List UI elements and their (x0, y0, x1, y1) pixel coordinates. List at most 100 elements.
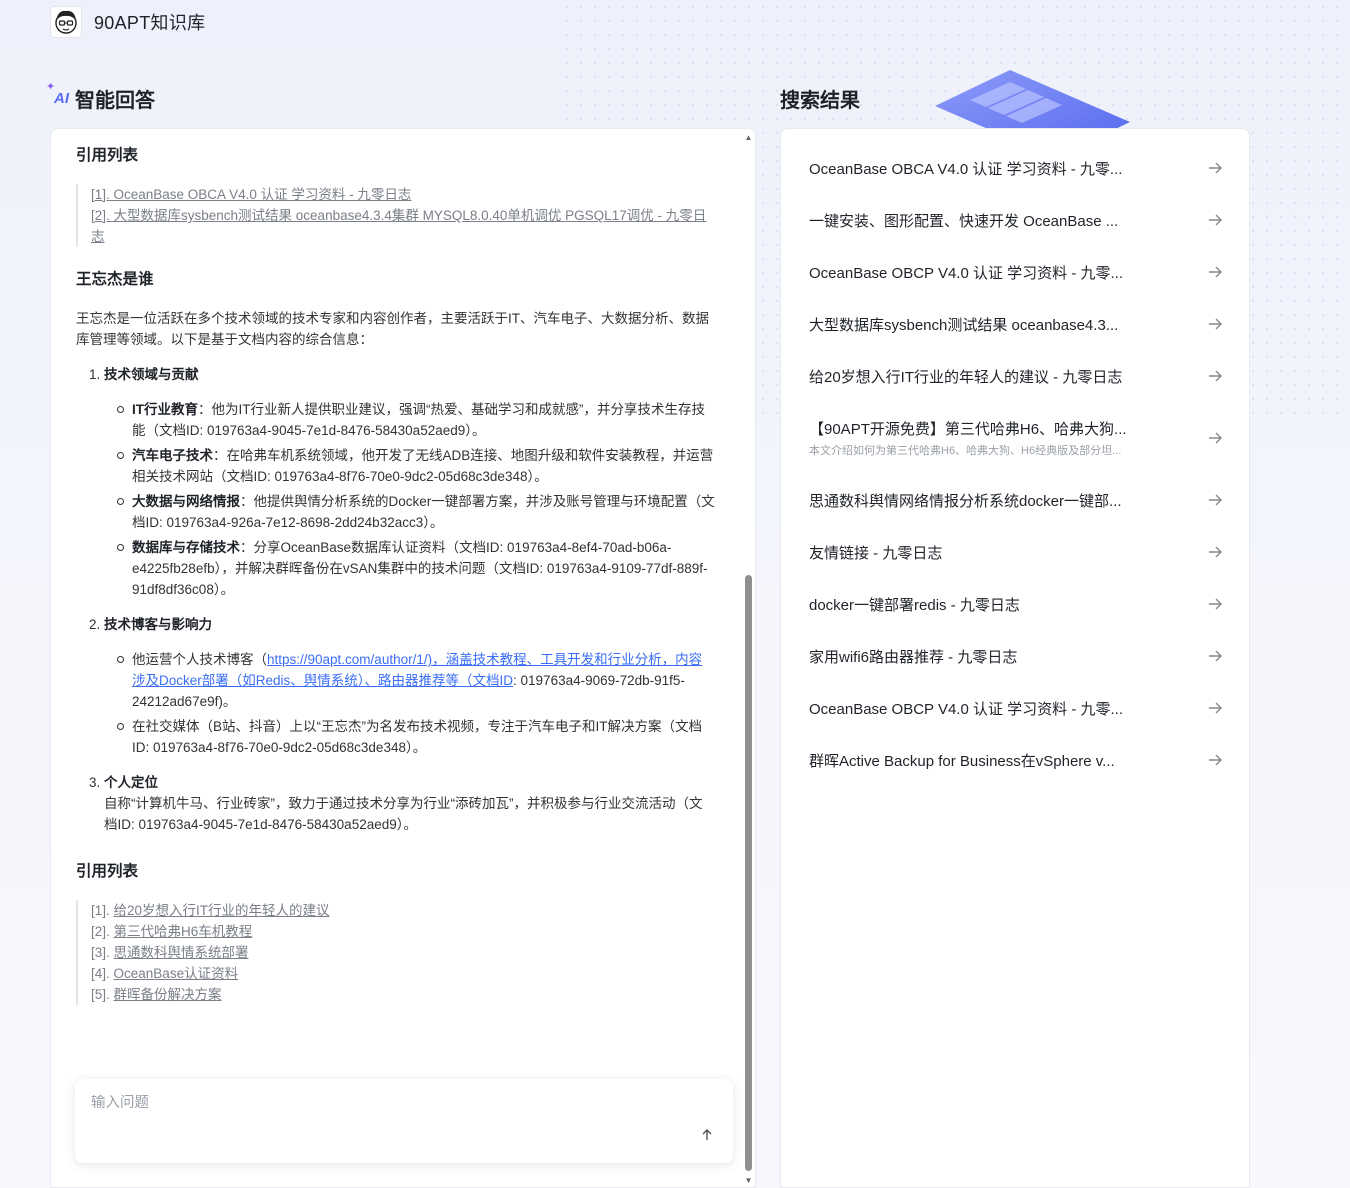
results-title-text: 搜索结果 (780, 90, 860, 112)
answer-title-text: 智能回答 (75, 90, 155, 112)
citation-link[interactable]: 思通数科舆情系统部署 (114, 945, 249, 960)
result-title[interactable]: 友情链接 - 九零日志 (809, 542, 1149, 563)
bullet-item: 在社交媒体（B站、抖音）上以“王忘杰”为名发布技术视频，专注于汽车电子和IT解决… (117, 716, 715, 758)
section-bullets: 他运营个人技术博客（https://90apt.com/author/1/)，涵… (104, 649, 715, 758)
question-input[interactable] (91, 1095, 691, 1111)
section-item: 技术博客与影响力 他运营个人技术博客（https://90apt.com/aut… (104, 614, 715, 758)
decorative-illustration (930, 64, 1145, 128)
results-section-title: 搜索结果 (780, 84, 860, 113)
avatar-icon (55, 10, 77, 34)
section-text: 自称“计算机牛马、行业砖家”，致力于通过技术分享为行业“添砖加瓦”，并积极参与行… (104, 796, 703, 832)
section-item: 技术领域与贡献 IT行业教育：他为IT行业新人提供职业建议，强调“热爱、基础学习… (104, 364, 715, 600)
arrow-right-icon[interactable] (1207, 264, 1223, 280)
search-result-item[interactable]: docker一键部署redis - 九零日志 (781, 578, 1249, 630)
result-text: 大型数据库sysbench测试结果 oceanbase4.3... (809, 314, 1149, 335)
search-result-item[interactable]: 大型数据库sysbench测试结果 oceanbase4.3... (781, 298, 1249, 350)
result-title[interactable]: OceanBase OBCP V4.0 认证 学习资料 - 九零... (809, 698, 1149, 719)
search-results-panel: OceanBase OBCA V4.0 认证 学习资料 - 九零... 一键安装、… (780, 128, 1250, 1188)
citation-link[interactable]: OceanBase认证资料 (114, 966, 239, 981)
result-title[interactable]: docker一键部署redis - 九零日志 (809, 594, 1149, 615)
answer-intro: 王忘杰是一位活跃在多个技术领域的技术专家和内容创作者，主要活跃于IT、汽车电子、… (76, 311, 709, 347)
send-arrow-icon[interactable] (699, 1129, 715, 1145)
arrow-right-icon[interactable] (1207, 212, 1223, 228)
result-text: 给20岁想入行IT行业的年轻人的建议 - 九零日志 (809, 366, 1149, 387)
brand-title[interactable]: 90APT知识库 (94, 9, 205, 35)
citation-item[interactable]: [1]. OceanBase OBCA V4.0 认证 学习资料 - 九零日志 (91, 184, 715, 205)
search-results-list: OceanBase OBCA V4.0 认证 学习资料 - 九零... 一键安装、… (781, 129, 1249, 786)
answer-heading: 王忘杰是谁 (76, 271, 154, 288)
citation-item[interactable]: [5]. 群晖备份解决方案 (91, 984, 715, 1005)
search-result-item[interactable]: 一键安装、图形配置、快速开发 OceanBase ... (781, 194, 1249, 246)
result-title[interactable]: 群晖Active Backup for Business在vSphere v..… (809, 750, 1149, 771)
arrow-right-icon[interactable] (1207, 648, 1223, 664)
search-result-item[interactable]: 家用wifi6路由器推荐 - 九零日志 (781, 630, 1249, 682)
search-result-item[interactable]: OceanBase OBCA V4.0 认证 学习资料 - 九零... (781, 142, 1249, 194)
citation-link[interactable]: 给20岁想入行IT行业的年轻人的建议 (114, 903, 330, 918)
result-text: OceanBase OBCA V4.0 认证 学习资料 - 九零... (809, 158, 1149, 179)
bullet-item: 大数据与网络情报：他提供舆情分析系统的Docker一键部署方案，并涉及账号管理与… (117, 491, 715, 533)
result-title[interactable]: OceanBase OBCA V4.0 认证 学习资料 - 九零... (809, 158, 1149, 179)
answer-section-title: ✦ AI 智能回答 (46, 81, 155, 113)
arrow-right-icon[interactable] (1207, 430, 1223, 446)
arrow-right-icon[interactable] (1207, 700, 1223, 716)
arrow-right-icon[interactable] (1207, 316, 1223, 332)
citation-item[interactable]: [2]. 大型数据库sysbench测试结果 oceanbase4.3.4集群 … (91, 205, 715, 247)
result-title[interactable]: 【90APT开源免费】第三代哈弗H6、哈弗大狗... (809, 418, 1149, 439)
bullet-item: 汽车电子技术：在哈弗车机系统领域，他开发了无线ADB连接、地图升级和软件安装教程… (117, 445, 715, 487)
citation-item[interactable]: [1]. 给20岁想入行IT行业的年轻人的建议 (91, 900, 715, 921)
section-title: 个人定位 (104, 775, 158, 790)
result-text: 友情链接 - 九零日志 (809, 542, 1149, 563)
result-text: 思通数科舆情网络情报分析系统docker一键部... (809, 490, 1149, 511)
citation-heading: 引用列表 (76, 863, 139, 880)
search-result-item[interactable]: 友情链接 - 九零日志 (781, 526, 1249, 578)
section-title: 技术博客与影响力 (104, 617, 212, 632)
bullet-item: 数据库与存储技术：分享OceanBase数据库认证资料（文档ID: 019763… (117, 537, 715, 600)
ai-sparkle-icon: ✦ AI (46, 81, 69, 107)
section-bullets: IT行业教育：他为IT行业新人提供职业建议，强调“热爱、基础学习和成就感”，并分… (104, 399, 715, 600)
top-bar: 90APT知识库 (50, 6, 205, 38)
result-title[interactable]: 一键安装、图形配置、快速开发 OceanBase ... (809, 210, 1149, 231)
citation-link[interactable]: 群晖备份解决方案 (114, 987, 222, 1002)
arrow-right-icon[interactable] (1207, 160, 1223, 176)
result-text: 家用wifi6路由器推荐 - 九零日志 (809, 646, 1149, 667)
arrow-right-icon[interactable] (1207, 752, 1223, 768)
scroll-down-icon[interactable]: ▼ (744, 1176, 753, 1185)
search-result-item[interactable]: 【90APT开源免费】第三代哈弗H6、哈弗大狗... 本文介绍如何为第三代哈弗H6… (781, 402, 1249, 474)
search-result-item[interactable]: 给20岁想入行IT行业的年轻人的建议 - 九零日志 (781, 350, 1249, 402)
result-title[interactable]: 家用wifi6路由器推荐 - 九零日志 (809, 646, 1149, 667)
answer-content: 引用列表 [1]. OceanBase OBCA V4.0 认证 学习资料 - … (51, 129, 755, 1005)
search-result-item[interactable]: 思通数科舆情网络情报分析系统docker一键部... (781, 474, 1249, 526)
search-result-item[interactable]: OceanBase OBCP V4.0 认证 学习资料 - 九零... (781, 682, 1249, 734)
citation-link[interactable]: [2]. 大型数据库sysbench测试结果 oceanbase4.3.4集群 … (91, 208, 706, 244)
result-text: 一键安装、图形配置、快速开发 OceanBase ... (809, 210, 1149, 231)
result-subtitle: 本文介绍如何为第三代哈弗H6、哈弗大狗、H6经典版及部分坦... (809, 445, 1122, 457)
arrow-right-icon[interactable] (1207, 368, 1223, 384)
scroll-thumb[interactable] (745, 575, 752, 1171)
search-result-item[interactable]: 群晖Active Backup for Business在vSphere v..… (781, 734, 1249, 786)
result-text: 【90APT开源免费】第三代哈弗H6、哈弗大狗... 本文介绍如何为第三代哈弗H6… (809, 418, 1149, 458)
arrow-right-icon[interactable] (1207, 544, 1223, 560)
result-title[interactable]: 思通数科舆情网络情报分析系统docker一键部... (809, 490, 1149, 511)
answer-scrollbar[interactable]: ▲ ▼ (744, 133, 753, 1185)
result-title[interactable]: 大型数据库sysbench测试结果 oceanbase4.3... (809, 314, 1149, 335)
bullet-item: IT行业教育：他为IT行业新人提供职业建议，强调“热爱、基础学习和成就感”，并分… (117, 399, 715, 441)
arrow-right-icon[interactable] (1207, 492, 1223, 508)
section-title: 技术领域与贡献 (104, 367, 199, 382)
result-title[interactable]: OceanBase OBCP V4.0 认证 学习资料 - 九零... (809, 262, 1149, 283)
citation-link[interactable]: [1]. OceanBase OBCA V4.0 认证 学习资料 - 九零日志 (91, 187, 411, 202)
search-result-item[interactable]: OceanBase OBCP V4.0 认证 学习资料 - 九零... (781, 246, 1249, 298)
citation-item[interactable]: [3]. 思通数科舆情系统部署 (91, 942, 715, 963)
scroll-up-icon[interactable]: ▲ (744, 133, 753, 142)
arrow-right-icon[interactable] (1207, 596, 1223, 612)
question-input-box[interactable] (75, 1079, 733, 1163)
result-text: 群晖Active Backup for Business在vSphere v..… (809, 750, 1149, 771)
avatar-logo[interactable] (50, 6, 82, 38)
bullet-item: 他运营个人技术博客（https://90apt.com/author/1/)，涵… (117, 649, 715, 712)
citation-item[interactable]: [2]. 第三代哈弗H6车机教程 (91, 921, 715, 942)
citation-item[interactable]: [4]. OceanBase认证资料 (91, 963, 715, 984)
answer-panel[interactable]: 引用列表 [1]. OceanBase OBCA V4.0 认证 学习资料 - … (50, 128, 756, 1188)
citation-link[interactable]: 第三代哈弗H6车机教程 (114, 924, 253, 939)
result-title[interactable]: 给20岁想入行IT行业的年轻人的建议 - 九零日志 (809, 366, 1149, 387)
result-text: docker一键部署redis - 九零日志 (809, 594, 1149, 615)
result-text: OceanBase OBCP V4.0 认证 学习资料 - 九零... (809, 262, 1149, 283)
